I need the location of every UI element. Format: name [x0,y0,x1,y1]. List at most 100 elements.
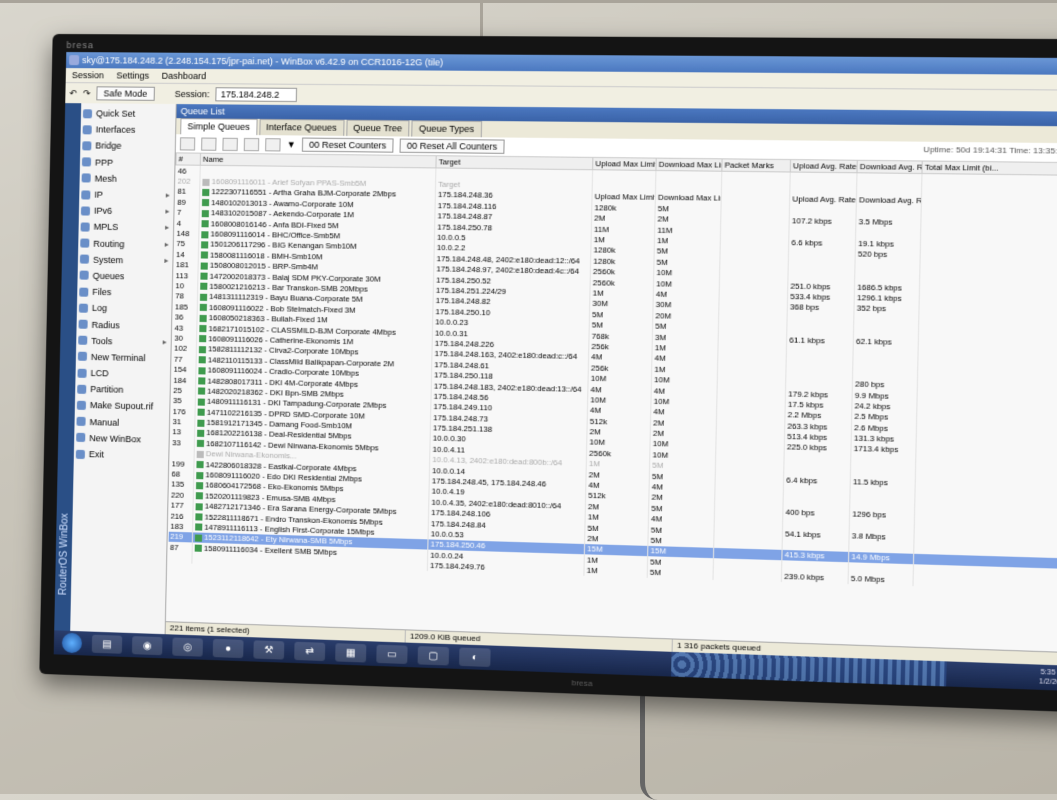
column-header[interactable]: # [175,152,201,166]
sidebar-item[interactable]: Queues [79,267,172,285]
enable-icon[interactable] [222,137,238,151]
sidebar-item-label: PPP [94,157,114,168]
window-icon[interactable]: ▢ [417,646,450,666]
add-icon[interactable] [179,136,196,151]
queue-icon [201,199,210,207]
cell-up: 1M [583,565,648,578]
cell-num: 77 [171,353,197,365]
sidebar-item[interactable]: IP ▸ [81,186,174,203]
sidebar-item[interactable]: Mesh [81,170,174,187]
sidebar-item[interactable]: Radius [78,316,171,334]
network-icon[interactable]: ⇄ [294,641,326,662]
queue-icon [201,230,209,238]
sidebar-item[interactable]: Exit [75,446,169,465]
menu-dashboard[interactable]: Dashboard [162,71,207,81]
queue-icon [197,398,205,406]
queue-icon [195,482,204,490]
cell-down: 5M [652,320,719,333]
cell-num: 81 [175,186,200,198]
cell-downavg: 1296.1 kbps [854,292,920,305]
start-button[interactable] [61,632,83,654]
cell-upavg [789,183,857,195]
column-header[interactable]: Download Avg. R... [856,160,923,174]
menu-item-icon [75,449,85,459]
tab-simple-queues[interactable]: Simple Queues [180,118,258,136]
chevron-right-icon: ▸ [165,190,170,200]
disable-icon[interactable] [243,137,260,151]
menu-settings[interactable]: Settings [116,70,149,80]
tab-queue-types[interactable]: Queue Types [411,120,482,138]
cell-down [655,181,722,194]
spreadsheet-icon[interactable]: ▦ [335,643,367,663]
cell-num: 14 [173,249,199,260]
queue-name: 1480102013013 - Awamo-Corporate 10M [211,197,354,209]
comment-icon[interactable] [265,137,281,151]
sidebar-item-label: System [92,254,124,266]
cell-num: 46 [175,164,201,177]
sidebar-item[interactable]: Quick Set [82,105,176,122]
cell-up: 1280k [590,255,655,268]
cell-empty [721,182,791,195]
monitor-cable [640,680,675,800]
cell-downavg [856,172,922,185]
sidebar-item[interactable]: MPLS ▸ [80,219,173,237]
redo-icon[interactable]: ↷ [83,88,91,99]
menu-item-icon [81,157,92,167]
column-header[interactable]: Upload Max Limit [592,157,657,171]
tool-icon[interactable]: ⚒ [253,640,285,660]
cell-upavg: 533.4 kbps [787,291,855,304]
chrome-icon[interactable]: ● [212,638,244,659]
sidebar-item[interactable]: Bridge [82,138,175,155]
clock[interactable]: 5:35 PM 1/2/2020 [1039,668,1057,688]
menu-item-icon [76,400,87,410]
monitor: bresa bresa sky@175.184.248.2 (2.248.154… [39,33,1057,713]
sidebar-item-label: Tools [91,335,113,347]
sidebar-item[interactable]: PPP [81,154,175,171]
cell-upavg: 251.0 kbps [787,280,855,293]
queue-icon [201,241,209,249]
sidebar-item-label: Interfaces [95,124,136,136]
browser-icon[interactable]: ◎ [172,637,203,657]
sidebar-item[interactable]: Partition [77,381,170,399]
sidebar-item-label: New Terminal [90,351,146,364]
column-header[interactable]: Download Max Limit [655,158,723,172]
sidebar-item[interactable]: LCD [77,365,170,383]
screen: sky@175.184.248.2 (2.248.154.175/jpr-pai… [53,52,1057,692]
tab-interface-queues[interactable]: Interface Queues [258,118,345,136]
cell-num: 35 [170,395,196,407]
menu-session[interactable]: Session [72,70,104,80]
cell-upavg: 239.0 kbps [781,571,849,584]
cell-up: 1280k [591,202,656,214]
cell-num [169,447,195,459]
safe-mode-button[interactable]: Safe Mode [96,86,155,101]
reset-all-counters-button[interactable]: 00 Reset All Counters [399,138,505,154]
reset-counters-button[interactable]: 00 Reset Counters [301,137,394,153]
sidebar-item-label: MPLS [93,222,119,233]
sidebar-item[interactable]: IPv6 ▸ [80,203,174,221]
cell-down: 30M [652,299,720,312]
winbox-taskbar-icon[interactable]: ◐ [459,647,491,667]
column-header[interactable]: Packet Marks [721,158,791,173]
sidebar-item[interactable]: New Terminal [77,348,171,366]
sidebar-item[interactable]: Routing ▸ [80,235,173,253]
sidebar-item[interactable]: System ▸ [79,251,173,269]
media-icon[interactable]: ◉ [131,636,163,656]
sidebar-item[interactable]: Tools ▸ [78,332,171,350]
sidebar-item[interactable]: Files [79,284,172,302]
filter-icon[interactable]: ▼ [287,139,296,149]
tab-queue-tree[interactable]: Queue Tree [345,119,410,137]
menu-item-icon [82,108,93,118]
cell-num: 154 [171,364,197,376]
queue-icon [202,178,210,186]
explorer-icon[interactable]: ▤ [91,634,123,654]
undo-icon[interactable]: ↶ [69,88,77,99]
chevron-right-icon: ▸ [162,337,167,347]
remove-icon[interactable] [201,137,217,151]
cell-up: 1280k [590,244,655,257]
column-header[interactable]: Upload Avg. Rate [790,159,858,173]
cell-down: 11M [654,224,721,237]
terminal-icon[interactable]: ▭ [376,644,408,665]
sidebar-item[interactable]: Interfaces [82,121,176,138]
sidebar-item[interactable]: Log [78,300,172,318]
session-field[interactable]: 175.184.248.2 [215,87,298,103]
